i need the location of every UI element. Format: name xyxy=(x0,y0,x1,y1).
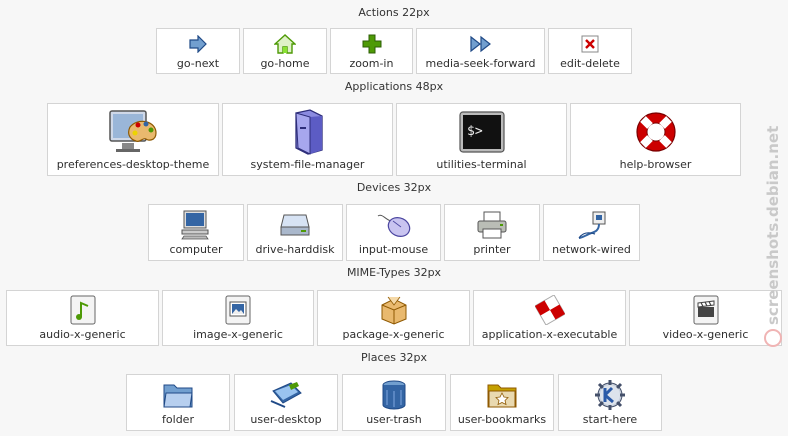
tile-network-wired[interactable]: network-wired xyxy=(543,204,640,261)
tile-label: edit-delete xyxy=(560,57,620,70)
tile-user-trash[interactable]: user-trash xyxy=(342,374,446,431)
section-title-devices: Devices 32px xyxy=(356,181,432,194)
harddisk-icon xyxy=(279,207,311,243)
arrow-right-icon xyxy=(188,31,208,57)
watermark: screenshots.debian.net xyxy=(762,100,784,350)
tile-video-x-generic[interactable]: video-x-generic xyxy=(629,290,782,346)
tile-label: network-wired xyxy=(552,243,631,256)
tile-package-x-generic[interactable]: package-x-generic xyxy=(317,290,470,346)
tile-label: utilities-terminal xyxy=(436,158,527,171)
tile-audio-x-generic[interactable]: audio-x-generic xyxy=(6,290,159,346)
tile-computer[interactable]: computer xyxy=(148,204,244,261)
tile-label: system-file-manager xyxy=(250,158,365,171)
tile-preferences-desktop-theme[interactable]: preferences-desktop-theme xyxy=(47,103,219,176)
trash-icon xyxy=(381,377,407,413)
tile-drive-harddisk[interactable]: drive-harddisk xyxy=(247,204,343,261)
tile-label: package-x-generic xyxy=(342,328,445,341)
section-title-places: Places 32px xyxy=(361,351,427,364)
tile-label: help-browser xyxy=(619,158,692,171)
desktop-icon xyxy=(269,377,303,413)
tile-edit-delete[interactable]: edit-delete xyxy=(548,28,632,74)
tile-user-desktop[interactable]: user-desktop xyxy=(234,374,338,431)
bookmarks-folder-icon xyxy=(486,377,518,413)
palette-icon xyxy=(108,106,158,158)
tile-media-seek-forward[interactable]: media-seek-forward xyxy=(416,28,545,74)
lifebuoy-icon xyxy=(634,106,678,158)
tile-label: preferences-desktop-theme xyxy=(56,158,210,171)
tile-input-mouse[interactable]: input-mouse xyxy=(346,204,441,261)
tile-zoom-in[interactable]: zoom-in xyxy=(330,28,413,74)
tile-label: drive-harddisk xyxy=(255,243,335,256)
watermark-text: screenshots.debian.net xyxy=(764,126,782,325)
kde-gear-icon xyxy=(594,377,626,413)
computer-icon xyxy=(180,207,212,243)
tile-user-bookmarks[interactable]: user-bookmarks xyxy=(450,374,554,431)
tile-label: printer xyxy=(473,243,511,256)
tile-label: user-trash xyxy=(366,413,422,426)
svg-text:$>: $> xyxy=(467,124,483,139)
folder-icon xyxy=(162,377,194,413)
tile-label: user-desktop xyxy=(250,413,322,426)
tile-label: start-here xyxy=(582,413,638,426)
tile-label: user-bookmarks xyxy=(457,413,547,426)
file-cabinet-icon xyxy=(288,106,328,158)
tile-label: computer xyxy=(169,243,223,256)
tile-label: folder xyxy=(162,413,194,426)
tile-go-next[interactable]: go-next xyxy=(156,28,240,74)
section-title-mimetypes: MIME-Types 32px xyxy=(346,266,442,279)
tile-application-x-executable[interactable]: application-x-executable xyxy=(473,290,626,346)
tile-printer[interactable]: printer xyxy=(444,204,540,261)
section-title-actions: Actions 22px xyxy=(358,6,430,19)
tile-help-browser[interactable]: help-browser xyxy=(570,103,741,176)
video-file-icon xyxy=(693,292,719,328)
watermark-logo-icon xyxy=(764,329,782,347)
tile-label: go-next xyxy=(176,57,220,70)
plus-icon xyxy=(362,31,382,57)
tile-label: application-x-executable xyxy=(481,328,618,341)
tile-go-home[interactable]: go-home xyxy=(243,28,327,74)
tile-utilities-terminal[interactable]: $> utilities-terminal xyxy=(396,103,567,176)
seek-forward-icon xyxy=(469,31,493,57)
tile-folder[interactable]: folder xyxy=(126,374,230,431)
tile-label: go-home xyxy=(260,57,310,70)
package-icon xyxy=(379,292,409,328)
home-icon xyxy=(274,31,296,57)
executable-icon xyxy=(534,292,565,328)
tile-label: audio-x-generic xyxy=(39,328,126,341)
audio-file-icon xyxy=(70,292,96,328)
image-file-icon xyxy=(225,292,251,328)
terminal-icon: $> xyxy=(458,106,505,158)
tile-label: media-seek-forward xyxy=(425,57,536,70)
printer-icon xyxy=(476,207,508,243)
tile-label: video-x-generic xyxy=(662,328,749,341)
tile-image-x-generic[interactable]: image-x-generic xyxy=(162,290,314,346)
network-cable-icon xyxy=(577,207,607,243)
tile-label: input-mouse xyxy=(358,243,429,256)
tile-label: image-x-generic xyxy=(193,328,283,341)
mouse-icon xyxy=(377,207,411,243)
tile-start-here[interactable]: start-here xyxy=(558,374,662,431)
delete-icon xyxy=(581,31,599,57)
tile-system-file-manager[interactable]: system-file-manager xyxy=(222,103,393,176)
section-title-applications: Applications 48px xyxy=(344,80,444,93)
tile-label: zoom-in xyxy=(349,57,394,70)
